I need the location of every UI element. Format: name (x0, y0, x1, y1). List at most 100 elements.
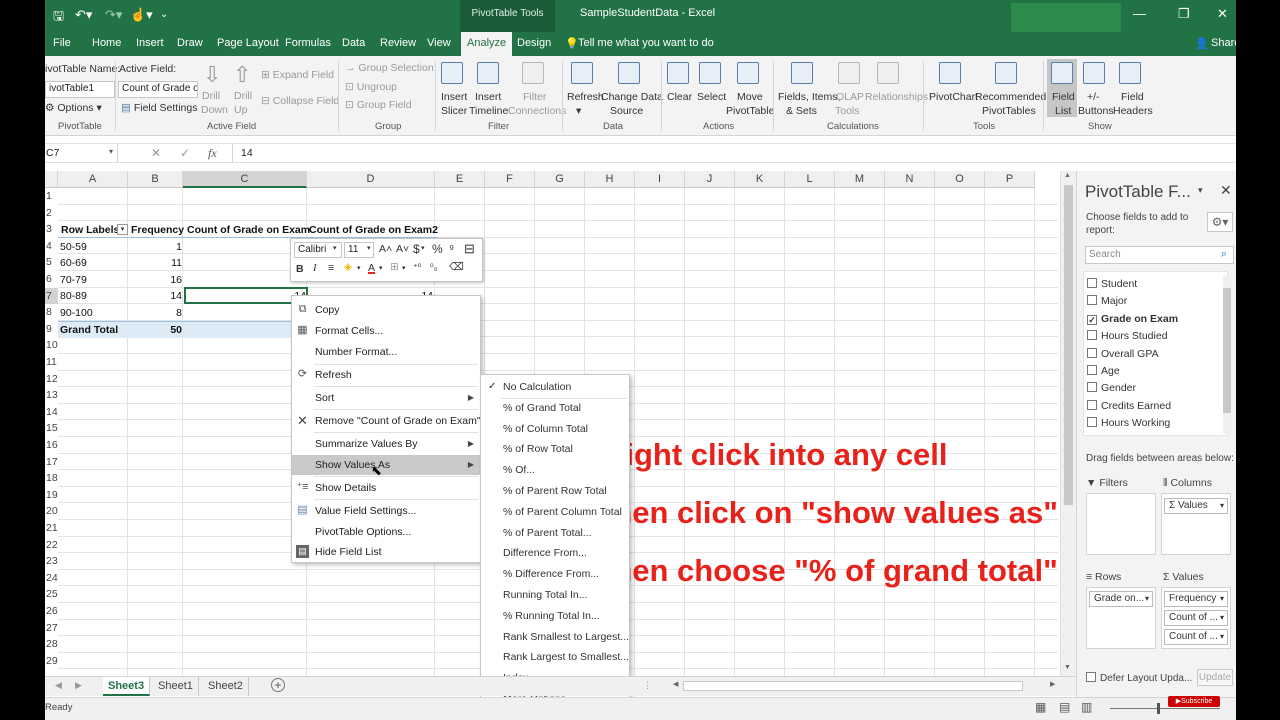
row-header-7[interactable]: 7 (45, 287, 58, 305)
checkbox-icon[interactable] (1087, 278, 1097, 288)
tab-formulas[interactable]: Formulas (285, 37, 331, 49)
share-button[interactable]: Share (1211, 37, 1236, 49)
column-header-h[interactable]: H (585, 171, 635, 188)
save-icon[interactable]: 🖫 (53, 7, 64, 29)
horizontal-scroll-thumb[interactable] (683, 681, 1023, 691)
values-count-pill[interactable]: Count of ... ▾ (1164, 610, 1228, 626)
tab-draw[interactable]: Draw (177, 37, 203, 49)
name-box-dropdown-icon[interactable]: ▾ (109, 147, 113, 156)
add-sheet-icon[interactable]: + (271, 678, 285, 692)
row-header-12[interactable]: 12 (45, 371, 58, 388)
scroll-thumb[interactable] (1064, 185, 1073, 505)
column-header-b[interactable]: B (128, 171, 183, 188)
decrease-decimal-icon[interactable]: ⁰₀ (430, 262, 437, 273)
row-header-20[interactable]: 20 (45, 503, 58, 520)
menu-summarize-values-by[interactable]: Summarize Values By ▶ (292, 434, 480, 454)
menu-hide-field-list[interactable]: ▤ Hide Field List (292, 542, 480, 562)
font-color-icon[interactable]: A (368, 262, 375, 274)
pane-settings-gear-icon[interactable]: ⚙▾ (1207, 212, 1233, 232)
checkbox-icon[interactable] (1087, 365, 1097, 375)
submenu-item[interactable]: Difference From... (481, 543, 629, 563)
borders-dropdown-icon[interactable]: ▾ (402, 264, 406, 272)
select-icon[interactable] (699, 62, 721, 84)
comma-format-icon[interactable]: ⁹ (449, 242, 454, 256)
sheet-tab-sheet3[interactable]: Sheet3 (103, 677, 151, 696)
column-header-n[interactable]: N (885, 171, 935, 188)
submenu-item[interactable]: % of Parent Total... (481, 523, 629, 543)
field-search-input[interactable]: Search (1085, 246, 1234, 264)
clear-formats-icon[interactable]: ⌫ (449, 261, 464, 273)
checkbox-icon[interactable] (1087, 382, 1097, 393)
filters-area[interactable] (1086, 493, 1156, 555)
restore-button[interactable]: ❐ (1178, 6, 1190, 22)
row-header-10[interactable]: 10 (45, 337, 58, 354)
row-header-24[interactable]: 24 (45, 570, 58, 587)
submenu-item[interactable]: % of Parent Column Total (481, 502, 629, 522)
tab-data[interactable]: Data (342, 37, 365, 49)
submenu-item[interactable]: % of Column Total (481, 419, 629, 439)
pivot-row-label[interactable]: 80-89 (60, 288, 87, 304)
recommended-pivottables-icon[interactable] (995, 62, 1017, 84)
format-painter-icon[interactable]: ⊟ (464, 241, 475, 257)
checkbox-icon[interactable] (1087, 330, 1097, 341)
submenu-item[interactable]: % of Row Total (481, 439, 629, 459)
submenu-item[interactable]: Running Total In... (481, 585, 629, 605)
tab-view[interactable]: View (427, 37, 451, 49)
field-item[interactable]: Overall GPA (1087, 347, 1159, 360)
field-list-scroll-thumb[interactable] (1223, 288, 1231, 413)
fill-color-dropdown-icon[interactable]: ▾ (357, 264, 361, 272)
tab-analyze[interactable]: Analyze (461, 32, 513, 56)
selected-cell-c7[interactable] (184, 287, 308, 304)
grand-total-label[interactable]: Grand Total (60, 322, 118, 338)
submenu-item[interactable]: Rank Smallest to Largest... (481, 627, 629, 647)
submenu-item[interactable]: % of Grand Total (481, 398, 629, 418)
minimize-button[interactable]: — (1133, 6, 1146, 21)
expand-field-button[interactable]: ⊞ Expand Field (261, 69, 334, 81)
menu-remove-field[interactable]: ✕ Remove "Count of Grade on Exam" (292, 411, 481, 431)
name-box[interactable]: C7 (45, 144, 118, 162)
values-count2-pill[interactable]: Count of ... ▾ (1164, 629, 1228, 645)
fill-color-icon[interactable]: ◈ (344, 261, 352, 273)
undo-icon[interactable]: ↶▾ (75, 7, 92, 23)
row-header-17[interactable]: 17 (45, 454, 58, 471)
currency-format-icon[interactable]: $ (413, 242, 420, 256)
rows-area[interactable]: Grade on... ▾ (1086, 587, 1156, 649)
row-header-29[interactable]: 29 (45, 653, 58, 670)
tab-design[interactable]: Design (517, 37, 551, 49)
olap-tools-icon[interactable] (838, 62, 860, 84)
menu-refresh[interactable]: ⟳ Refresh (292, 365, 480, 385)
columns-values-pill[interactable]: Σ Values ▾ (1164, 498, 1228, 514)
column-header-e[interactable]: E (435, 171, 485, 188)
column-header-p[interactable]: P (985, 171, 1035, 188)
group-selection-button[interactable]: → Group Selection (345, 62, 434, 74)
relationships-icon[interactable] (877, 62, 899, 84)
row-header-21[interactable]: 21 (45, 520, 58, 537)
column-header-l[interactable]: L (785, 171, 835, 188)
field-item[interactable]: ✓ Grade on Exam (1087, 313, 1178, 325)
row-header-6[interactable]: 6 (45, 271, 58, 288)
column-header-k[interactable]: K (735, 171, 785, 188)
rows-grade-pill[interactable]: Grade on... ▾ (1089, 591, 1153, 607)
row-header-2[interactable]: 2 (45, 205, 58, 222)
italic-icon[interactable]: I (313, 263, 317, 274)
zoom-slider[interactable] (1110, 708, 1220, 709)
row-header-5[interactable]: 5 (45, 254, 58, 271)
row-header-13[interactable]: 13 (45, 387, 58, 404)
field-item[interactable]: Student (1087, 278, 1137, 290)
menu-show-values-as[interactable]: Show Values As ▶ (292, 455, 480, 475)
row-header-3[interactable]: 3 (45, 221, 58, 238)
menu-format-cells[interactable]: ▦ Format Cells... (292, 321, 480, 341)
scroll-down-icon[interactable]: ▼ (1064, 664, 1071, 671)
worksheet-grid[interactable]: ABCDEFGHIJKLMNOP 1 2 3 4 5 6 7 8 9 10 11 12 13 14 15 16… (45, 171, 1058, 708)
currency-dropdown-icon[interactable]: ▾ (421, 244, 425, 252)
sheet-tab-sheet2[interactable]: Sheet2 (203, 677, 249, 696)
formula-input[interactable]: 14 (232, 144, 1232, 162)
tab-home[interactable]: Home (92, 37, 121, 49)
pivot-row-label[interactable]: 50-59 (60, 239, 87, 255)
insert-function-icon[interactable]: fx (208, 146, 217, 161)
menu-show-details[interactable]: ⁺≡ Show Details (292, 478, 480, 498)
menu-sort[interactable]: Sort ▶ (292, 388, 480, 408)
column-header-i[interactable]: I (635, 171, 685, 188)
checkbox-icon[interactable]: ✓ (1087, 314, 1097, 325)
change-data-source-icon[interactable] (618, 62, 640, 84)
